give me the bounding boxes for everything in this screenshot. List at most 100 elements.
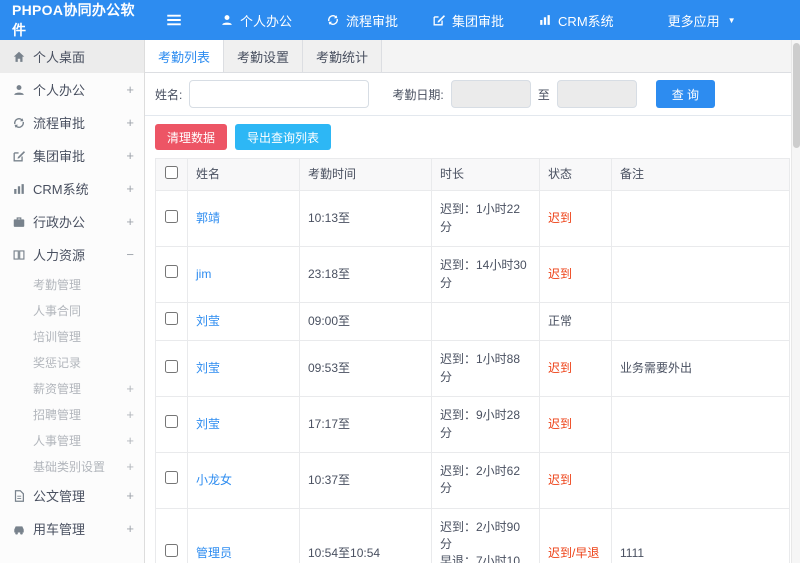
attendance-time: 23:18至 xyxy=(299,246,432,303)
topnav-item[interactable]: 更多应用 ▼ xyxy=(635,0,749,40)
flow-icon xyxy=(326,13,340,27)
row-checkbox[interactable] xyxy=(165,209,178,223)
employee-name-link[interactable]: 刘莹 xyxy=(196,417,220,431)
sidebar-item-label: 集团审批 xyxy=(33,149,86,164)
expand-toggle-icon[interactable]: + xyxy=(126,181,134,196)
search-button[interactable]: 查 询 xyxy=(655,80,716,108)
table-row: 郭靖 10:13至 迟到：1小时22分 迟到 xyxy=(155,190,790,248)
column-header: 姓名 xyxy=(187,158,300,192)
expand-toggle-icon[interactable]: + xyxy=(126,115,134,130)
sidebar-item[interactable]: 基础类别设置 + xyxy=(0,453,144,479)
row-checkbox[interactable] xyxy=(165,471,178,485)
duration: 迟到：14小时30分 xyxy=(431,246,540,303)
tab[interactable]: 考勤设置 xyxy=(224,40,304,72)
expand-toggle-icon[interactable]: + xyxy=(126,214,134,229)
status-text: 迟到/早退 xyxy=(548,545,600,560)
name-label: 姓名: xyxy=(155,87,183,102)
row-checkbox[interactable] xyxy=(165,265,178,279)
scrollbar-thumb[interactable] xyxy=(792,43,800,148)
expand-toggle-icon[interactable]: + xyxy=(126,488,134,503)
attendance-time: 10:54至10:54 xyxy=(299,507,432,563)
status-text: 迟到 xyxy=(548,266,573,281)
sidebar-item[interactable]: 集团审批 + xyxy=(0,139,144,172)
tab[interactable]: 考勤统计 xyxy=(303,40,383,72)
note: 1111 xyxy=(611,507,790,563)
employee-name-link[interactable]: jim xyxy=(196,267,211,281)
employee-name-link[interactable]: 刘莹 xyxy=(196,361,220,375)
book-icon xyxy=(12,248,33,262)
tab[interactable]: 考勤列表 xyxy=(145,40,225,72)
date-label: 考勤日期: xyxy=(392,87,444,102)
expand-toggle-icon[interactable]: + xyxy=(126,381,134,396)
topbar: PHPOA协同办公软件 个人办公 流程审批 集团审批 CRM系统 更多应用 ▼ xyxy=(0,0,800,40)
sidebar-item-label: 用车管理 xyxy=(33,522,86,537)
sidebar-item-label: 奖惩记录 xyxy=(33,355,82,370)
expand-toggle-icon[interactable]: + xyxy=(126,148,134,163)
sidebar-item[interactable]: 个人桌面 xyxy=(0,40,144,73)
action-bar: 清理数据 导出查询列表 xyxy=(145,116,800,158)
select-all-checkbox[interactable] xyxy=(165,165,178,179)
employee-name-link[interactable]: 郭靖 xyxy=(196,211,220,225)
sidebar-item-label: 流程审批 xyxy=(33,116,86,131)
sidebar-item[interactable]: 薪资管理 + xyxy=(0,375,144,401)
sidebar-item[interactable]: 考勤管理 xyxy=(0,271,144,297)
column-header: 考勤时间 xyxy=(299,158,432,192)
employee-name-link[interactable]: 管理员 xyxy=(196,546,232,560)
duration: 迟到：2小时62分 xyxy=(431,451,540,509)
sidebar-item[interactable]: 公文管理 + xyxy=(0,479,144,512)
main-content: 考勤列表 考勤设置 考勤统计 姓名: 考勤日期: 至 查 询 清理数据 导出查询… xyxy=(145,40,800,563)
clean-data-button[interactable]: 清理数据 xyxy=(155,124,228,150)
column-header: 时长 xyxy=(431,158,540,192)
expand-toggle-icon[interactable]: + xyxy=(126,82,134,97)
sidebar-item[interactable]: 人事管理 + xyxy=(0,427,144,453)
topnav-item[interactable]: 集团审批 xyxy=(419,0,525,40)
export-list-button[interactable]: 导出查询列表 xyxy=(235,124,332,150)
car-icon xyxy=(12,522,33,536)
attendance-table: 姓名 考勤时间 时长 状态 备注 郭靖 10:13至 迟到：1小时22分 迟到 … xyxy=(155,158,790,563)
sidebar-item[interactable]: 人力资源 − xyxy=(0,238,144,271)
topnav-item[interactable]: 流程审批 xyxy=(313,0,419,40)
topnav-item-label: 集团审批 xyxy=(452,13,505,29)
note xyxy=(611,396,790,453)
column-header: 备注 xyxy=(611,158,790,192)
sidebar-item-label: 招聘管理 xyxy=(33,407,82,422)
flow-icon xyxy=(12,116,33,130)
row-checkbox[interactable] xyxy=(165,544,178,558)
top-navigation: 个人办公 流程审批 集团审批 CRM系统 更多应用 ▼ xyxy=(207,0,749,40)
employee-name-link[interactable]: 小龙女 xyxy=(196,473,232,487)
topnav-item[interactable]: CRM系统 xyxy=(525,0,635,40)
tab-bar: 考勤列表 考勤设置 考勤统计 xyxy=(145,40,800,73)
sidebar-item[interactable]: 流程审批 + xyxy=(0,106,144,139)
duration: 迟到：2小时90分 早退：7小时10分 xyxy=(431,507,540,563)
table-header-row: 姓名 考勤时间 时长 状态 备注 xyxy=(155,158,790,192)
sidebar-item[interactable]: 培训管理 xyxy=(0,323,144,349)
date-from-input[interactable] xyxy=(450,80,531,108)
expand-toggle-icon[interactable]: − xyxy=(126,247,134,262)
sidebar-item-label: 薪资管理 xyxy=(33,381,82,396)
menu-icon[interactable] xyxy=(151,0,197,40)
expand-toggle-icon[interactable]: + xyxy=(126,459,134,474)
sidebar-item-label: 考勤管理 xyxy=(33,277,82,292)
sidebar-item[interactable]: 用车管理 + xyxy=(0,512,144,545)
sidebar-item[interactable]: 行政办公 + xyxy=(0,205,144,238)
row-checkbox[interactable] xyxy=(165,415,178,429)
employee-name-link[interactable]: 刘莹 xyxy=(196,314,220,328)
expand-toggle-icon[interactable]: + xyxy=(126,433,134,448)
sidebar-item[interactable]: CRM系统 + xyxy=(0,172,144,205)
briefcase-icon xyxy=(12,215,33,229)
date-to-input[interactable] xyxy=(556,80,637,108)
column-header: 状态 xyxy=(539,158,612,192)
note: 业务需要外出 xyxy=(611,340,790,398)
name-input[interactable] xyxy=(189,80,370,108)
scrollbar[interactable] xyxy=(791,40,800,563)
note xyxy=(611,190,790,248)
topnav-item[interactable]: 个人办公 xyxy=(207,0,313,40)
sidebar-item[interactable]: 人事合同 xyxy=(0,297,144,323)
sidebar-item[interactable]: 招聘管理 + xyxy=(0,401,144,427)
row-checkbox[interactable] xyxy=(165,359,178,373)
expand-toggle-icon[interactable]: + xyxy=(126,521,134,536)
sidebar-item[interactable]: 个人办公 + xyxy=(0,73,144,106)
row-checkbox[interactable] xyxy=(165,312,178,326)
expand-toggle-icon[interactable]: + xyxy=(126,407,134,422)
sidebar-item[interactable]: 奖惩记录 xyxy=(0,349,144,375)
